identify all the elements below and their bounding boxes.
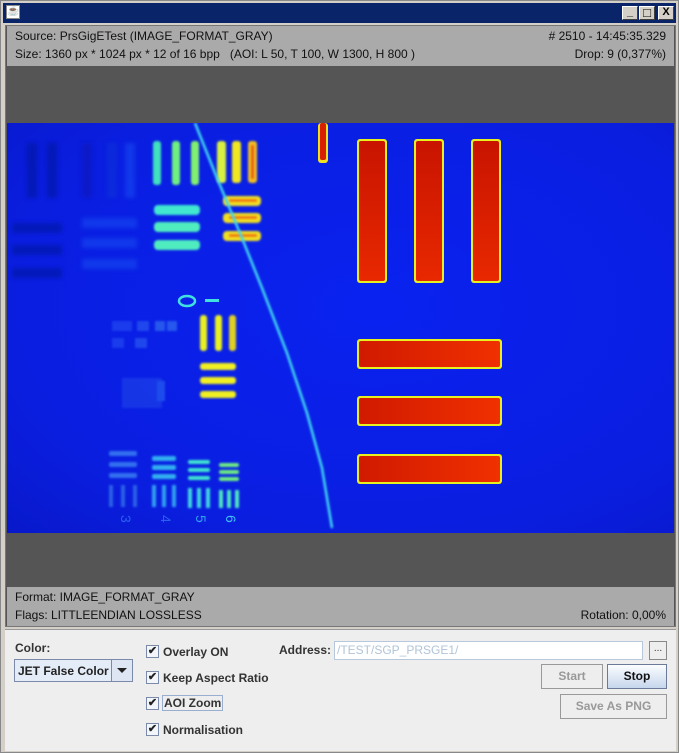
stop-button[interactable]: Stop [607,664,667,689]
maximize-button[interactable]: □ [639,6,655,20]
aoi-zoom-label[interactable]: AOI Zoom [162,695,224,711]
bar [320,123,326,160]
checkmark-icon[interactable]: ✔ [146,697,159,710]
controls-panel: Color: JET False Color ✔ Overlay ON ✔ Ke… [5,629,676,751]
minimize-button[interactable]: _ [622,6,638,20]
checkmark-icon[interactable]: ✔ [146,645,159,658]
bar [473,141,499,281]
group-label: 3 [118,515,134,523]
chevron-down-icon[interactable] [111,660,132,681]
group-label: 6 [223,515,239,523]
checkmark-icon[interactable]: ✔ [146,723,159,736]
size-text: Size: 1360 px * 1024 px * 12 of 16 bpp (… [15,47,416,61]
frame-timestamp: # 2510 - 14:45:35.329 [548,29,666,43]
jet-false-color-image: 3 4 5 6 [7,123,674,533]
group-label: 4 [158,515,174,523]
source-text: Source: PrsGigETest (IMAGE_FORMAT_GRAY) [15,29,273,43]
overlay-label[interactable]: Overlay ON [162,644,229,660]
address-label: Address: [279,643,332,657]
image-frame: Source: PrsGigETest (IMAGE_FORMAT_GRAY) … [5,25,676,627]
large-vertical-bars [357,139,501,283]
normalisation-label[interactable]: Normalisation [162,722,244,738]
title-bar[interactable]: ☕ _ □ X [3,3,676,23]
keep-aspect-ratio-label[interactable]: Keep Aspect Ratio [162,670,270,686]
color-map-dropdown[interactable]: JET False Color [14,659,133,682]
group-label: 5 [193,515,209,523]
java-app-icon: ☕ [6,5,20,19]
color-map-value: JET False Color [18,664,109,678]
save-as-png-button[interactable]: Save As PNG [560,694,667,719]
dash-mark [205,299,219,302]
browse-button[interactable]: ... [649,641,667,660]
drop-text: Drop: 9 (0,377%) [574,47,666,61]
checkmark-icon[interactable]: ✔ [146,671,159,684]
bar [359,456,500,482]
start-button[interactable]: Start [541,664,603,689]
large-horizontal-bars [357,339,502,484]
bar [359,398,500,424]
bar [416,141,442,281]
flags-text: Flags: LITTLEENDIAN LOSSLESS [15,608,202,622]
camera-image[interactable]: 3 4 5 6 [7,123,674,533]
info-footer: Format: IMAGE_FORMAT_GRAY Flags: LITTLEE… [7,587,674,626]
address-input[interactable]: /TEST/SGP_PRSGE1/ [334,641,643,660]
close-button[interactable]: X [658,6,674,20]
bar [359,341,500,367]
bar [359,141,385,281]
rotation-text: Rotation: 0,00% [580,608,666,622]
camera-viewer-window: ☕ _ □ X Source: PrsGigETest (IMAGE_FORMA… [0,0,679,753]
format-text: Format: IMAGE_FORMAT_GRAY [15,590,195,604]
color-label: Color: [15,641,51,655]
info-header: Source: PrsGigETest (IMAGE_FORMAT_GRAY) … [7,26,674,66]
